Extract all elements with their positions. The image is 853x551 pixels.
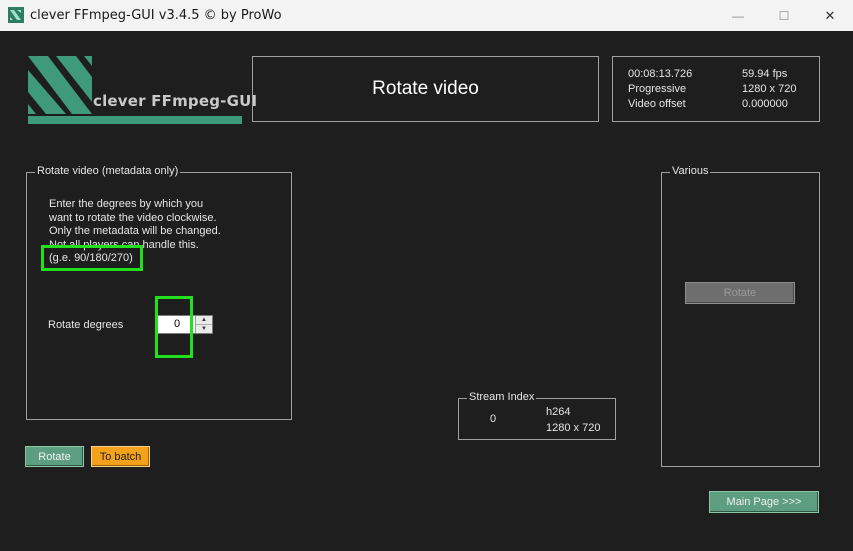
- title-bar[interactable]: clever FFmpeg-GUI v3.4.5 © by ProWo — ☐ …: [0, 0, 853, 31]
- value-highlight-box: [155, 296, 193, 358]
- various-rotate-button[interactable]: Rotate: [685, 282, 795, 304]
- stream-codec-value: h264: [546, 406, 571, 418]
- rotate-group-label: Rotate video (metadata only): [35, 165, 181, 177]
- video-offset-label: Video offset: [628, 98, 686, 110]
- to-batch-button[interactable]: To batch: [91, 446, 150, 467]
- page-title: Rotate video: [372, 78, 479, 99]
- minimize-button[interactable]: —: [715, 0, 761, 31]
- fps-value: 59.94 fps: [742, 68, 788, 80]
- media-info-panel: 00:08:13.726 59.94 fps Progressive 1280 …: [612, 56, 820, 122]
- duration-value: 00:08:13.726: [628, 68, 693, 80]
- scan-type-value: Progressive: [628, 83, 687, 95]
- various-group-label: Various: [670, 165, 711, 177]
- description-line: Enter the degrees by which you: [49, 198, 204, 210]
- app-window: clever FFmpeg-GUI v3.4.5 © by ProWo — ☐ …: [0, 0, 853, 551]
- stream-index-label: Stream Index: [467, 391, 537, 403]
- stepper-down-icon[interactable]: ▼: [196, 325, 212, 333]
- video-offset-value: 0.000000: [742, 98, 788, 110]
- rotate-button[interactable]: Rotate: [25, 446, 84, 467]
- description-line: want to rotate the video clockwise.: [49, 211, 217, 224]
- maximize-button[interactable]: ☐: [761, 0, 807, 31]
- description-line: Only the metadata will be changed.: [49, 225, 221, 237]
- resolution-value: 1280 x 720: [742, 83, 797, 95]
- main-page-button[interactable]: Main Page >>>: [709, 491, 819, 513]
- stepper-buttons: ▲ ▼: [195, 316, 212, 333]
- window-title: clever FFmpeg-GUI v3.4.5 © by ProWo: [30, 8, 282, 23]
- stream-resolution-value: 1280 x 720: [546, 422, 601, 434]
- rotate-degrees-label: Rotate degrees: [48, 319, 124, 331]
- logo-text: clever FFmpeg-GUI: [93, 92, 258, 110]
- stepper-up-icon[interactable]: ▲: [196, 316, 212, 325]
- various-group: Various: [661, 165, 820, 467]
- hint-highlight-box: [41, 245, 143, 271]
- stream-index-value: 0: [490, 413, 497, 425]
- header-panel: Rotate video: [252, 56, 599, 122]
- app-icon: [8, 7, 24, 23]
- rotate-description: Enter the degrees by which you want to r…: [49, 198, 221, 252]
- close-button[interactable]: ✕: [807, 0, 853, 31]
- ffmpeg-logo-icon: [28, 56, 242, 124]
